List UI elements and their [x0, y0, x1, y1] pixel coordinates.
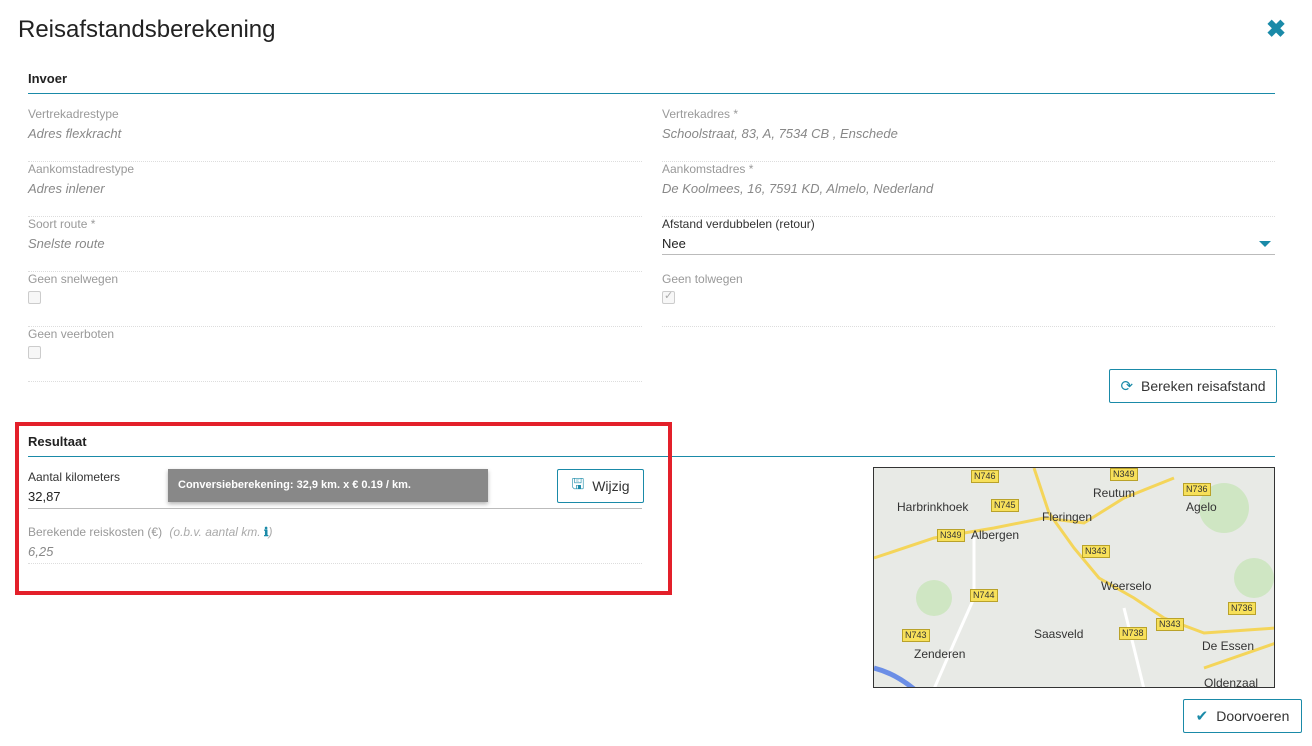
- bereken-reisafstand-label: Bereken reisafstand: [1141, 378, 1266, 394]
- afstand-verdubbelen-select[interactable]: Afstand verdubbelen (retour) Nee: [662, 217, 1275, 255]
- bereken-reisafstand-button[interactable]: ⟳ Bereken reisafstand: [1109, 369, 1277, 403]
- input-section-divider: [28, 93, 1275, 94]
- input-section-title: Invoer: [28, 71, 68, 86]
- refresh-icon: ⟳: [1120, 378, 1134, 395]
- soort-route-value: Snelste route: [28, 236, 105, 251]
- doorvoeren-button[interactable]: ✔ Doorvoeren: [1183, 699, 1302, 733]
- vertrekadres-label: Vertrekadres *: [662, 107, 739, 121]
- map-road-label: N349: [937, 529, 965, 542]
- check-icon: ✔: [1195, 708, 1209, 725]
- geen-tolwegen-label: Geen tolwegen: [662, 272, 743, 286]
- geen-snelwegen-field: Geen snelwegen: [28, 272, 642, 327]
- map-road-label: N743: [902, 629, 930, 642]
- vertrekadrestype-field: Vertrekadrestype Adres flexkracht: [28, 107, 642, 162]
- map-road-label: N746: [971, 470, 999, 483]
- map-town: Agelo: [1186, 500, 1217, 514]
- geen-veerboten-label: Geen veerboten: [28, 327, 115, 341]
- route-map[interactable]: Harbrinkhoek Albergen Fleringen Reutum A…: [873, 467, 1275, 688]
- geen-snelwegen-label: Geen snelwegen: [28, 272, 119, 286]
- aankomstadrestype-value: Adres inlener: [28, 181, 105, 196]
- close-icon[interactable]: ✖: [1266, 18, 1286, 42]
- aankomstadrestype-label: Aankomstadrestype: [28, 162, 135, 176]
- map-town: Saasveld: [1034, 627, 1084, 641]
- map-road-label: N744: [970, 589, 998, 602]
- afstand-verdubbelen-value: Nee: [662, 236, 686, 251]
- doorvoeren-label: Doorvoeren: [1216, 708, 1290, 724]
- geen-snelwegen-checkbox[interactable]: [28, 291, 41, 304]
- map-town: Harbrinkhoek: [897, 500, 969, 514]
- vertrekadres-value: Schoolstraat, 83, A, 7534 CB , Enschede: [662, 126, 898, 141]
- map-town: Albergen: [971, 528, 1020, 542]
- vertrekadrestype-value: Adres flexkracht: [28, 126, 122, 141]
- map-road-label: N343: [1156, 618, 1184, 631]
- aankomstadres-label: Aankomstadres *: [662, 162, 754, 176]
- map-road-label: N738: [1119, 627, 1147, 640]
- geen-tolwegen-field: Geen tolwegen: [662, 272, 1275, 327]
- map-town: Zenderen: [914, 647, 966, 661]
- map-road-label: N745: [991, 499, 1019, 512]
- dialog-title: Reisafstandsberekening: [18, 16, 276, 43]
- aankomstadres-field: Aankomstadres * De Koolmees, 16, 7591 KD…: [662, 162, 1275, 217]
- map-town: Reutum: [1093, 486, 1136, 500]
- geen-tolwegen-checkbox[interactable]: [662, 289, 675, 304]
- geen-veerboten-field: Geen veerboten: [28, 327, 642, 382]
- result-highlight-box: [15, 422, 672, 595]
- aankomstadrestype-field: Aankomstadrestype Adres inlener: [28, 162, 642, 217]
- aankomstadres-value: De Koolmees, 16, 7591 KD, Almelo, Nederl…: [662, 181, 934, 196]
- geen-veerboten-checkbox[interactable]: [28, 346, 41, 359]
- soort-route-label: Soort route *: [28, 217, 96, 231]
- afstand-verdubbelen-label: Afstand verdubbelen (retour): [662, 217, 815, 231]
- map-town: De Essen: [1202, 639, 1255, 653]
- soort-route-field: Soort route * Snelste route: [28, 217, 642, 272]
- map-road-label: N343: [1082, 545, 1110, 558]
- map-road-label: N349: [1110, 468, 1138, 481]
- chevron-down-icon[interactable]: [1259, 241, 1271, 247]
- map-town: Weerselo: [1101, 579, 1152, 593]
- map-town: Fleringen: [1042, 510, 1093, 524]
- vertrekadrestype-label: Vertrekadrestype: [28, 107, 119, 121]
- map-town: Oldenzaal: [1204, 676, 1259, 688]
- map-road-label: N736: [1183, 483, 1211, 496]
- vertrekadres-field: Vertrekadres * Schoolstraat, 83, A, 7534…: [662, 107, 1275, 162]
- map-road-label: N736: [1228, 602, 1256, 615]
